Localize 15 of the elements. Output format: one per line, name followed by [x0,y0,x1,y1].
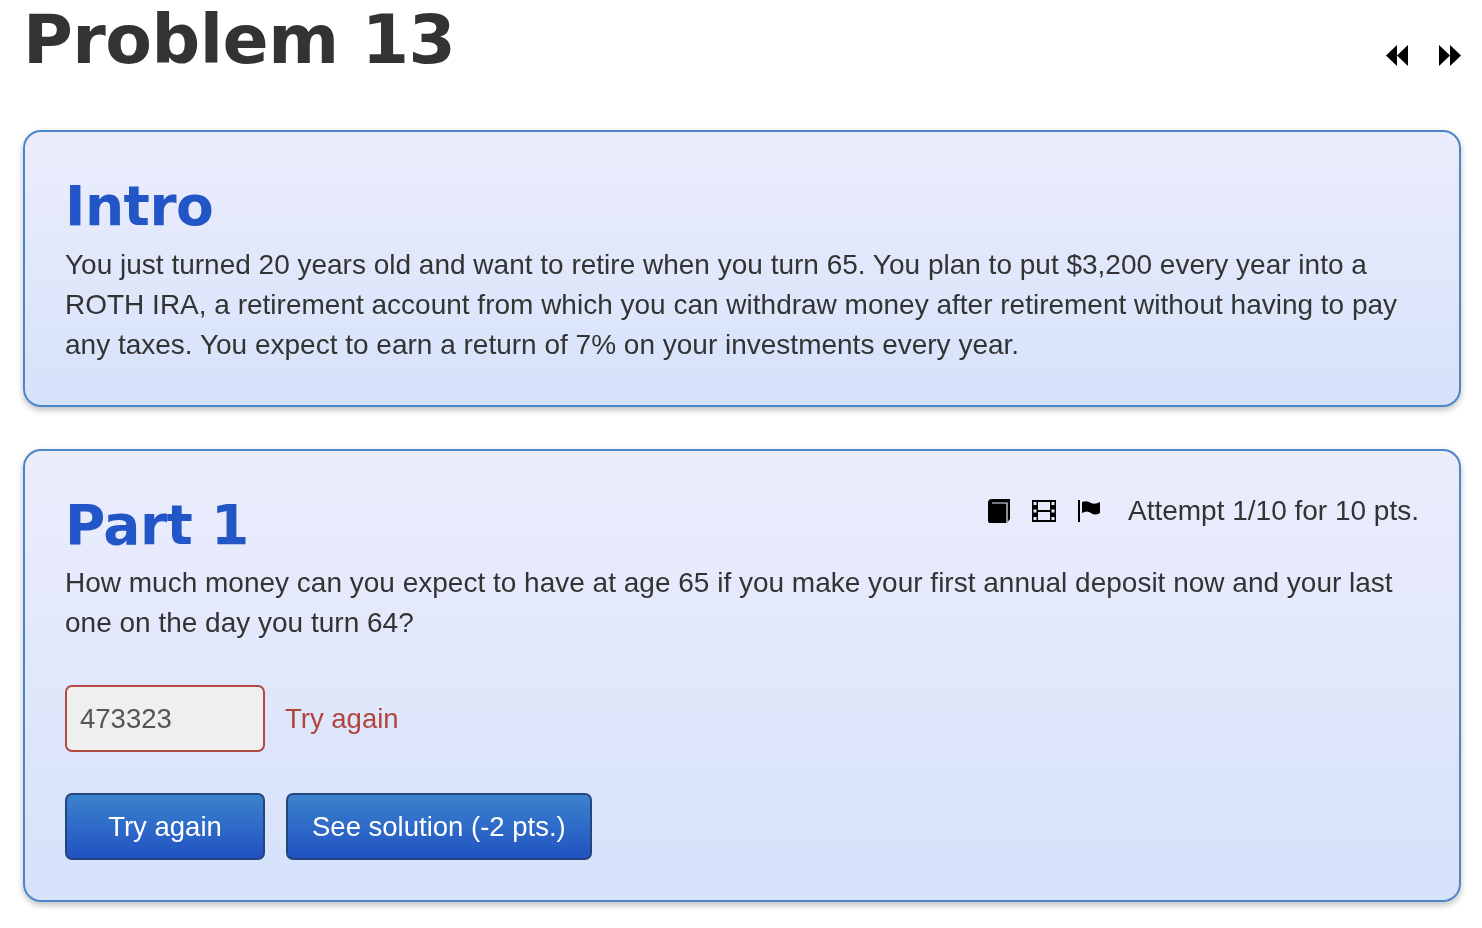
flag-icon[interactable] [1077,499,1100,522]
film-icon[interactable] [1031,499,1056,522]
part-heading: Part 1 [65,494,249,555]
previous-icon[interactable] [1386,45,1408,66]
try-again-button[interactable]: Try again [65,793,265,860]
answer-field[interactable]: 473323 [65,685,265,752]
intro-heading: Intro [65,176,215,237]
book-icon[interactable] [987,498,1010,523]
next-icon[interactable] [1439,45,1461,66]
feedback-text: Try again [285,702,399,735]
question-text: How much money can you expect to have at age 65 if you make your first annual deposit now and your last one on the day you turn 64? [65,566,1394,640]
attempt-text: Attempt 1/10 for 10 pts. [1127,493,1419,528]
intro-text: You just turned 20 years old and want to retire when you turn 65. You plan to put $3,200 every year into a ROTH IRA, a retirement account from which you can withdraw money after retirement without having to pay any taxes. You expect to earn a return of 7% on your investments every year. [65,247,1399,362]
page-title: Problem 13 [23,6,456,74]
see-solution-button[interactable]: See solution (-2 pts.) [286,793,592,860]
